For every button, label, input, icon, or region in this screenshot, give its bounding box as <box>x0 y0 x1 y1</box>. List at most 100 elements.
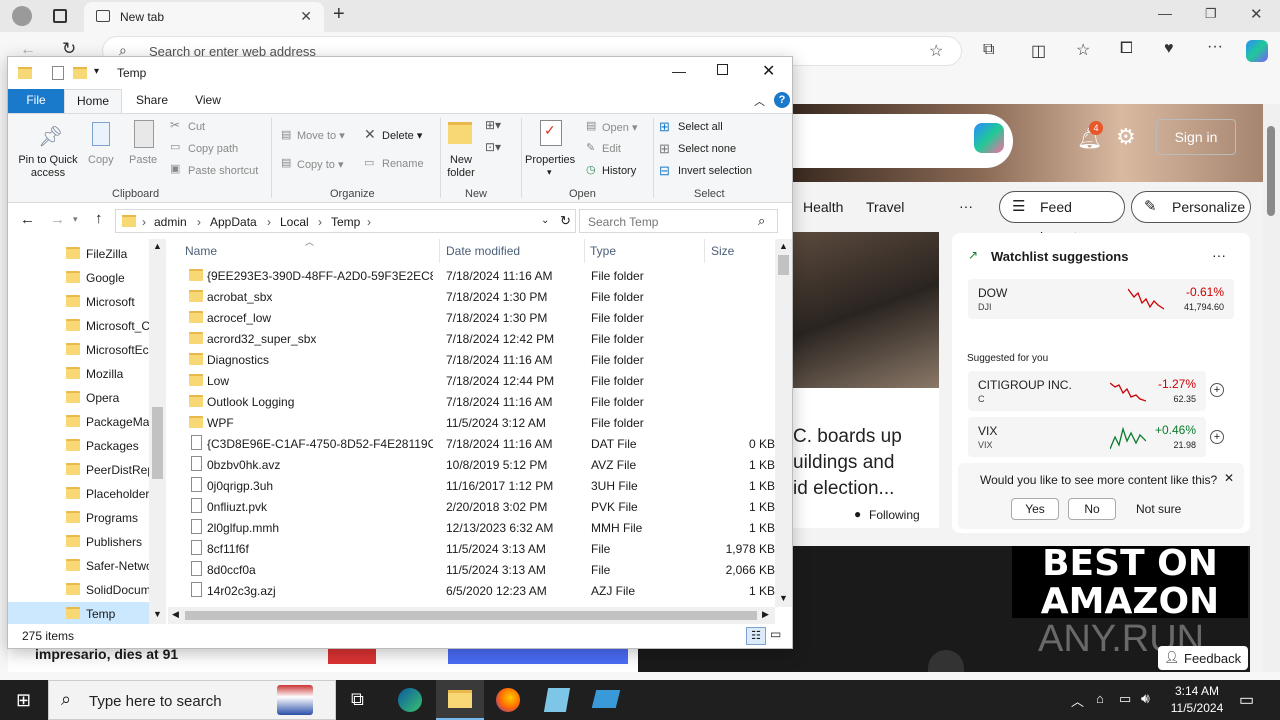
select-none-button[interactable]: Select none <box>678 143 736 155</box>
feedback-no-button[interactable]: No <box>1068 498 1116 520</box>
file-row[interactable]: Low 7/18/2024 12:44 PM File folder <box>168 370 775 391</box>
qat-dropdown-icon[interactable]: ▾ <box>94 66 99 77</box>
open-button[interactable]: Open ▾ <box>602 121 638 134</box>
nav-more[interactable]: ··· <box>959 198 973 214</box>
close-tab-icon[interactable]: ✕ <box>300 8 312 25</box>
file-row[interactable]: 0j0qrigp.3uh 11/16/2017 1:12 PM 3UH File 1 … <box>168 475 775 496</box>
play-button-icon[interactable] <box>928 650 964 672</box>
notifications-icon[interactable]: ▭ <box>1239 690 1254 710</box>
feed-layout-button[interactable]: ☰ Feed layout <box>999 191 1125 245</box>
restore-browser-icon[interactable]: ❐ <box>1205 6 1217 22</box>
news-photo[interactable] <box>793 232 939 388</box>
large-icons-view-icon[interactable]: ▭ <box>770 627 781 641</box>
extensions-icon[interactable]: ⧉ <box>983 41 994 59</box>
breadcrumb-temp[interactable]: Temp <box>331 215 360 229</box>
nav-item[interactable]: Microsoft <box>8 290 154 314</box>
column-name[interactable]: Name <box>185 244 217 258</box>
properties-qat-icon[interactable] <box>52 66 64 80</box>
personalize-button[interactable]: ✎ Personalize <box>1131 191 1251 223</box>
nav-item[interactable]: Opera <box>8 386 154 410</box>
nav-item[interactable]: MicrosoftEc <box>8 338 154 362</box>
nav-item[interactable]: Placeholder <box>8 482 154 506</box>
file-row[interactable]: Outlook Logging 7/18/2024 11:16 AM File fo… <box>168 391 775 412</box>
feedback-not-sure-button[interactable]: Not sure <box>1136 502 1181 516</box>
select-all-button[interactable]: Select all <box>678 121 723 133</box>
nav-item[interactable]: Packages <box>8 434 154 458</box>
breadcrumb-local[interactable]: Local <box>280 215 309 229</box>
file-row[interactable]: acrobat_sbx 7/18/2024 1:30 PM File folder <box>168 286 775 307</box>
properties-button[interactable]: Properties <box>525 154 575 166</box>
file-row[interactable]: Diagnostics 7/18/2024 11:16 AM File folder <box>168 349 775 370</box>
file-row[interactable]: WPF 11/5/2024 3:12 AM File folder <box>168 412 775 433</box>
forward-arrow-icon[interactable]: → <box>50 211 65 228</box>
tab-home[interactable]: Home <box>64 89 122 113</box>
nav-scroll-thumb[interactable] <box>152 407 163 479</box>
close-feedback-icon[interactable]: ✕ <box>1224 471 1234 485</box>
nav-item[interactable]: Publishers <box>8 530 154 554</box>
watchlist-more-button[interactable]: ··· <box>1212 247 1226 263</box>
nav-scroll-up-icon[interactable]: ▲ <box>153 241 162 251</box>
edge-taskbar-button[interactable] <box>386 680 434 720</box>
new-folder-qat-icon[interactable] <box>73 67 87 79</box>
show-hidden-icons[interactable]: ︿ <box>1071 691 1084 710</box>
collapse-ribbon-icon[interactable]: ︿ <box>754 93 765 109</box>
list-scroll-left-icon[interactable]: ◀ <box>172 609 179 620</box>
details-view-icon[interactable]: ☷ <box>746 627 766 645</box>
list-scroll-down-icon[interactable]: ▼ <box>779 593 788 603</box>
path-dropdown-icon[interactable]: ⌄ <box>541 215 549 226</box>
stock-row-citigroup[interactable]: CITIGROUP INC. C -1.27% 62.35 <box>968 371 1206 411</box>
file-row[interactable]: {9EE293E3-390D-48FF-A2D0-59F3E2EC88... 7/… <box>168 265 775 286</box>
nav-travel[interactable]: Travel <box>866 199 904 215</box>
help-icon[interactable]: ? <box>774 92 790 108</box>
tab-file[interactable]: File <box>8 89 64 113</box>
nav-item[interactable]: Microsoft_C <box>8 314 154 338</box>
column-date-modified[interactable]: Date modified <box>446 244 520 258</box>
address-path[interactable]: › admin › AppData › Local › Temp › ⌄ ↻ <box>115 209 576 233</box>
settings-more-icon[interactable]: ··· <box>1207 38 1223 56</box>
paste-shortcut-button[interactable]: Paste shortcut <box>188 165 258 177</box>
list-scroll-thumb[interactable] <box>778 255 789 275</box>
nav-item[interactable]: Mozilla <box>8 362 154 386</box>
close-icon[interactable]: ✕ <box>762 61 775 81</box>
file-row[interactable]: 2l0glfup.mmh 12/13/2023 6:32 AM MMH File 1 … <box>168 517 775 538</box>
edit-button[interactable]: Edit <box>602 143 621 155</box>
nav-scroll-down-icon[interactable]: ▼ <box>153 609 162 619</box>
nav-scrollbar[interactable]: ▲ ▼ <box>149 239 166 624</box>
copilot-icon[interactable] <box>1246 40 1268 62</box>
column-type[interactable]: Type <box>590 244 616 258</box>
profile-icon[interactable] <box>12 6 32 26</box>
favorites-icon[interactable]: ☆ <box>1076 40 1090 60</box>
minimize-browser-icon[interactable]: — <box>1158 5 1172 21</box>
system-clock[interactable]: 3:14 AM 11/5/2024 <box>1162 683 1232 717</box>
feedback-button[interactable]: 👤︎ Feedback <box>1158 646 1248 670</box>
stock-row-vix[interactable]: VIX VIX +0.46% 21.98 <box>968 417 1206 457</box>
nav-item[interactable]: SolidDocum <box>8 578 154 602</box>
invert-selection-button[interactable]: Invert selection <box>678 165 752 177</box>
close-browser-icon[interactable]: ✕ <box>1250 5 1263 23</box>
file-row[interactable]: 0bzbv0hk.avz 10/8/2019 5:12 PM AVZ File 1 K… <box>168 454 775 475</box>
taskbar-search[interactable]: ⌕ Type here to search <box>48 680 336 720</box>
page-settings-gear-icon[interactable]: ⚙ <box>1116 124 1136 150</box>
network-icon[interactable]: ▭ <box>1119 691 1131 707</box>
breadcrumb-admin[interactable]: admin <box>154 215 187 229</box>
nav-item[interactable]: Programs <box>8 506 154 530</box>
copy-button[interactable]: Copy <box>88 154 114 166</box>
explorer-titlebar[interactable]: ▾ Temp — ✕ <box>8 57 792 89</box>
add-stock-plus-icon[interactable]: + <box>1210 430 1224 444</box>
favorite-star-icon[interactable]: ☆ <box>929 41 943 61</box>
news-card[interactable]: C. boards up uildings and id election...… <box>793 388 939 528</box>
file-row[interactable]: 0nfliuzt.pvk 2/20/2018 3:02 PM PVK File 1 K… <box>168 496 775 517</box>
performance-icon[interactable]: ♥ <box>1164 40 1174 58</box>
paste-button[interactable]: Paste <box>129 154 157 166</box>
recent-locations-icon[interactable]: ▾ <box>73 214 78 225</box>
nav-item[interactable]: PackageMa <box>8 410 154 434</box>
file-list-vscrollbar[interactable]: ▲ ▼ <box>775 239 792 607</box>
file-row[interactable]: acrocef_low 7/18/2024 1:30 PM File folder <box>168 307 775 328</box>
move-to-button[interactable]: Move to ▾ <box>297 129 345 142</box>
volume-icon[interactable]: 🔊︎ <box>1141 690 1150 707</box>
file-row[interactable]: {C3D8E96E-C1AF-4750-8D52-F4E28119C1... 7/… <box>168 433 775 454</box>
new-tab-button[interactable]: + <box>333 3 345 26</box>
copy-path-button[interactable]: Copy path <box>188 143 238 155</box>
maximize-icon[interactable] <box>717 64 728 75</box>
copy-to-button[interactable]: Copy to ▾ <box>297 158 344 171</box>
